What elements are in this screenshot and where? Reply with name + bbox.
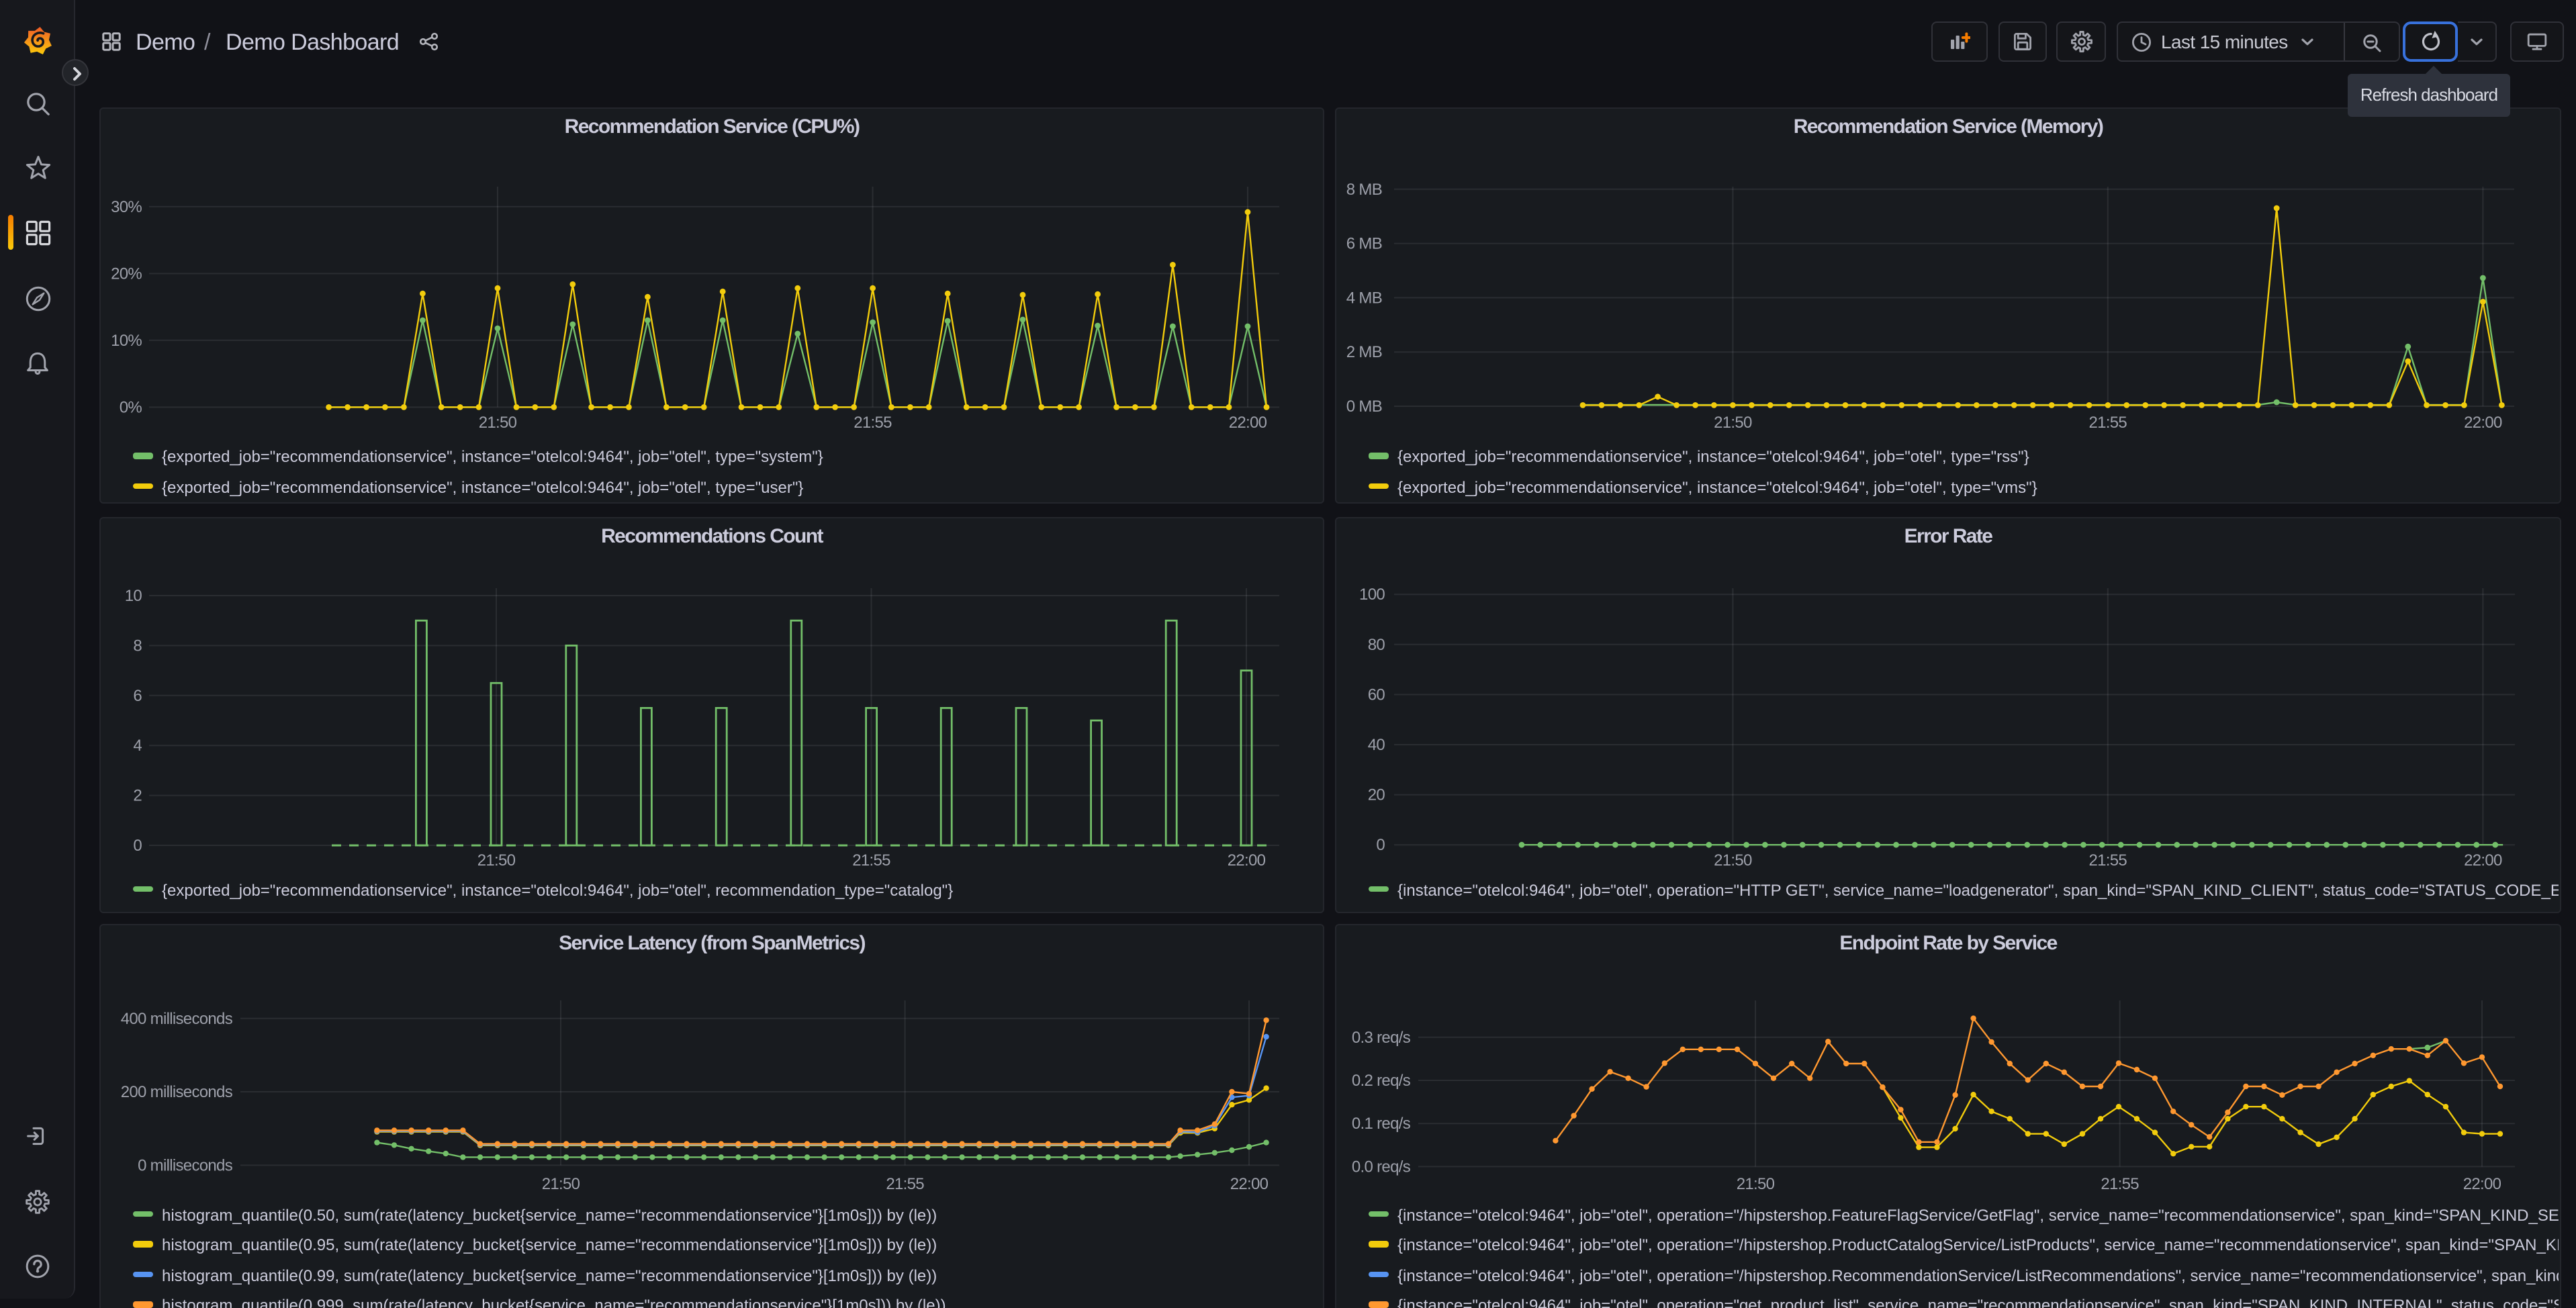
svg-text:22:00: 22:00 <box>1230 1175 1269 1193</box>
svg-text:0 milliseconds: 0 milliseconds <box>138 1156 233 1174</box>
svg-text:0.3 req/s: 0.3 req/s <box>1352 1029 1411 1047</box>
svg-text:22:00: 22:00 <box>2464 414 2502 432</box>
svg-text:22:00: 22:00 <box>2463 1175 2501 1193</box>
svg-text:0.0 req/s: 0.0 req/s <box>1352 1158 1411 1176</box>
svg-text:20%: 20% <box>111 265 142 283</box>
svg-text:21:50: 21:50 <box>542 1175 580 1193</box>
svg-text:21:50: 21:50 <box>479 414 517 432</box>
svg-text:30%: 30% <box>111 198 142 216</box>
svg-text:80: 80 <box>1368 635 1385 653</box>
svg-text:0.1 req/s: 0.1 req/s <box>1352 1115 1411 1133</box>
svg-text:21:55: 21:55 <box>2101 1175 2139 1193</box>
svg-text:8: 8 <box>133 636 142 654</box>
svg-text:8 MB: 8 MB <box>1346 181 1382 199</box>
svg-text:21:50: 21:50 <box>1714 414 1752 432</box>
svg-text:0: 0 <box>133 836 142 854</box>
svg-text:21:50: 21:50 <box>477 851 516 869</box>
svg-text:21:55: 21:55 <box>886 1175 924 1193</box>
svg-text:60: 60 <box>1368 685 1385 703</box>
svg-text:4: 4 <box>133 736 142 754</box>
svg-text:0 MB: 0 MB <box>1346 398 1382 416</box>
svg-text:200 milliseconds: 200 milliseconds <box>121 1083 233 1101</box>
svg-text:21:55: 21:55 <box>2089 851 2127 869</box>
svg-text:2 MB: 2 MB <box>1346 343 1382 361</box>
svg-text:4 MB: 4 MB <box>1346 289 1382 307</box>
svg-text:21:50: 21:50 <box>1714 851 1752 869</box>
svg-text:21:55: 21:55 <box>2089 414 2127 432</box>
svg-text:10%: 10% <box>111 332 142 350</box>
svg-text:0: 0 <box>1376 835 1385 853</box>
svg-text:0.2 req/s: 0.2 req/s <box>1352 1072 1411 1090</box>
svg-text:400 milliseconds: 400 milliseconds <box>121 1010 233 1028</box>
svg-text:20: 20 <box>1368 786 1385 804</box>
svg-text:22:00: 22:00 <box>1228 851 1266 869</box>
svg-text:100: 100 <box>1359 585 1385 603</box>
svg-text:0%: 0% <box>120 398 142 416</box>
svg-text:6: 6 <box>133 686 142 704</box>
svg-text:21:55: 21:55 <box>852 851 890 869</box>
svg-text:22:00: 22:00 <box>1229 414 1267 432</box>
svg-text:6 MB: 6 MB <box>1346 235 1382 253</box>
svg-text:40: 40 <box>1368 735 1385 753</box>
svg-text:21:50: 21:50 <box>1737 1175 1775 1193</box>
svg-text:10: 10 <box>125 586 142 604</box>
svg-text:22:00: 22:00 <box>2464 851 2502 869</box>
svg-text:21:55: 21:55 <box>854 414 892 432</box>
svg-text:2: 2 <box>133 786 142 804</box>
